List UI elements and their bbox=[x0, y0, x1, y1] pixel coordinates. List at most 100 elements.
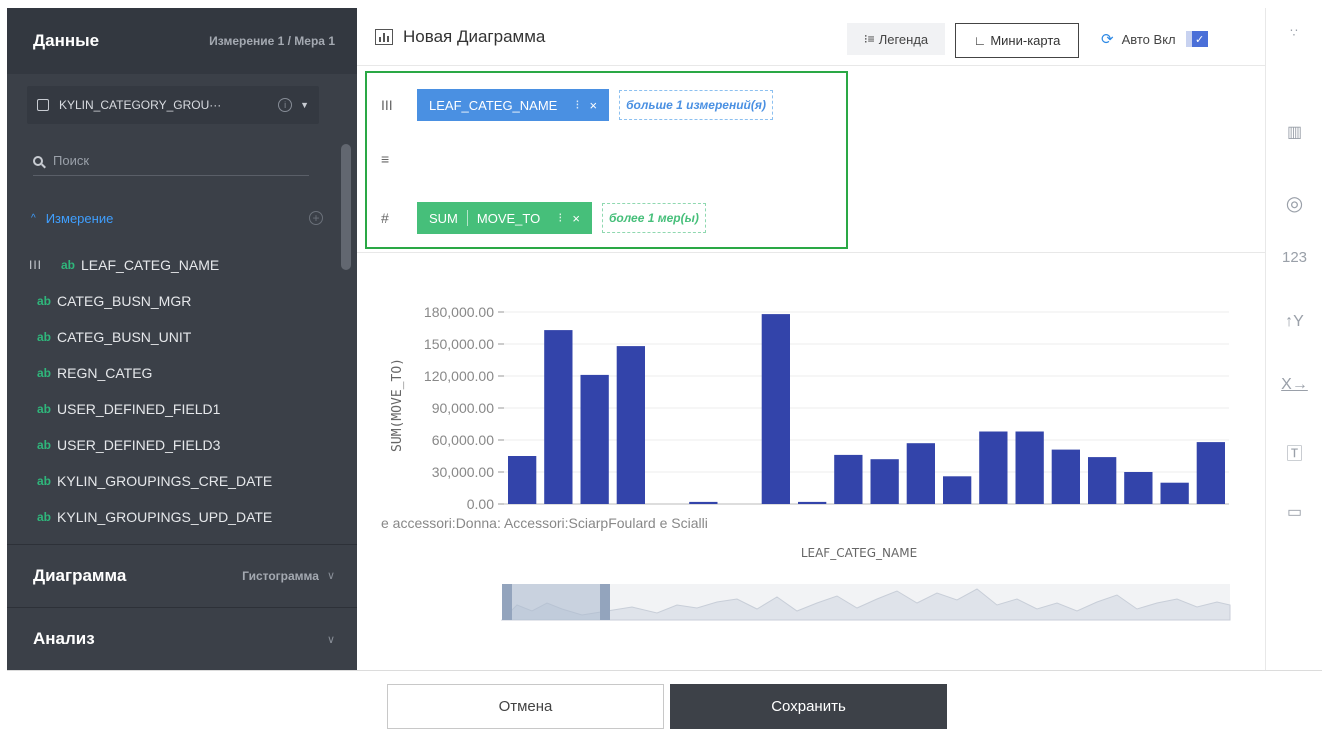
drag-dots-icon[interactable]: ∵ bbox=[1266, 26, 1322, 40]
bar[interactable] bbox=[1160, 482, 1189, 504]
bar[interactable] bbox=[798, 501, 827, 504]
field-shelves: III LEAF_CATEG_NAME ⁝ × больше 1 измерен… bbox=[365, 71, 848, 249]
auto-update-toggle[interactable]: ⟳ Авто Вкл ✓ bbox=[1101, 23, 1208, 55]
dimension-drop-hint[interactable]: больше 1 измерений(я) bbox=[619, 90, 773, 120]
chart-editor: Данные Измерение 1 / Мера 1 KYLIN_CATEGO… bbox=[0, 0, 1322, 733]
number-format-icon[interactable]: 123 bbox=[1266, 249, 1322, 266]
minimap-button[interactable]: ∟ Мини-карта bbox=[955, 23, 1079, 58]
caret-down-icon[interactable]: ▼ bbox=[300, 100, 309, 110]
field-item[interactable]: III ab LEAF_CATEG_NAME bbox=[7, 247, 337, 283]
field-label: USER_DEFINED_FIELD1 bbox=[57, 401, 221, 417]
field-item[interactable]: ab KYLIN_GROUPINGS_CRE_DATE bbox=[7, 463, 337, 499]
field-item[interactable]: ab CATEG_BUSN_UNIT bbox=[7, 319, 337, 355]
dimension-group-header[interactable]: ^ Измерение + bbox=[31, 208, 323, 228]
field-search-input[interactable]: Поиск bbox=[33, 146, 309, 176]
bar[interactable] bbox=[1051, 449, 1080, 504]
rows-shelf[interactable]: ≡ bbox=[367, 151, 846, 167]
info-icon[interactable]: i bbox=[278, 98, 293, 112]
minimap-right-handle[interactable] bbox=[600, 584, 610, 620]
bar[interactable] bbox=[1124, 472, 1153, 504]
bar-chart-icon[interactable]: ▥ bbox=[1266, 122, 1322, 142]
bar[interactable] bbox=[508, 456, 537, 504]
auto-checkbox[interactable]: ✓ bbox=[1185, 31, 1208, 47]
comment-icon[interactable]: ▭ bbox=[1266, 502, 1322, 522]
analysis-section-header[interactable]: Анализ ∨ bbox=[7, 607, 357, 670]
minimap-label: Мини-карта bbox=[990, 33, 1061, 48]
minimap-left-handle[interactable] bbox=[502, 584, 512, 620]
field-item[interactable]: ab REGN_CATEG bbox=[7, 355, 337, 391]
columns-icon: III bbox=[29, 258, 43, 272]
measure-drop-hint[interactable]: более 1 мер(ы) bbox=[601, 203, 706, 233]
save-button[interactable]: Сохранить bbox=[670, 684, 947, 729]
chart-bars bbox=[508, 314, 1225, 504]
field-item[interactable]: ab KYLIN_GROUPINGS_UPD_DATE bbox=[7, 499, 337, 535]
cancel-button[interactable]: Отмена bbox=[387, 684, 664, 729]
close-icon[interactable]: × bbox=[590, 98, 598, 113]
columns-shelf[interactable]: III LEAF_CATEG_NAME ⁝ × больше 1 измерен… bbox=[367, 89, 846, 121]
y-tick-label: 180,000.00 bbox=[424, 304, 494, 320]
chart-section-title: Диаграмма bbox=[33, 565, 127, 585]
field-item[interactable]: ab USER_DEFINED_FIELD1 bbox=[7, 391, 337, 427]
bar[interactable] bbox=[1015, 431, 1044, 505]
bar-chart[interactable]: 180,000.00 150,000.00 120,000.00 90,000.00 6… bbox=[357, 253, 1265, 670]
chart-type-label: Гистограмма bbox=[242, 568, 319, 583]
data-section-header[interactable]: Данные Измерение 1 / Мера 1 bbox=[7, 8, 357, 74]
bar[interactable] bbox=[943, 476, 972, 504]
bar[interactable] bbox=[580, 374, 609, 504]
close-icon[interactable]: × bbox=[572, 211, 580, 226]
bar[interactable] bbox=[834, 454, 863, 504]
y-axis-icon[interactable]: ↑Y bbox=[1266, 313, 1322, 331]
bar[interactable] bbox=[979, 431, 1008, 505]
chevron-down-icon[interactable]: ∨ bbox=[327, 633, 335, 646]
y-tick-label: 90,000.00 bbox=[432, 400, 494, 416]
bar[interactable] bbox=[906, 443, 935, 504]
rows-icon: ≡ bbox=[381, 151, 390, 167]
add-dimension-icon[interactable]: + bbox=[309, 211, 323, 225]
minimap[interactable] bbox=[500, 584, 1231, 621]
chart-workspace: Новая Диаграмма ⁝≡ Легенда ∟ Мини-карта … bbox=[357, 8, 1265, 670]
bar[interactable] bbox=[1088, 457, 1117, 504]
chart-section-header[interactable]: Диаграмма Гистограмма ∨ bbox=[7, 544, 357, 606]
text-icon[interactable]: 🅃 bbox=[1266, 440, 1322, 464]
data-section-body: KYLIN_CATEGORY_GROU··· i ▼ Поиск ^ Измер… bbox=[7, 74, 357, 544]
chevron-down-icon[interactable]: ∨ bbox=[327, 569, 335, 582]
more-icon[interactable]: ⁝ bbox=[558, 210, 562, 226]
analysis-section-title: Анализ bbox=[33, 629, 95, 648]
y-tick-label: 120,000.00 bbox=[424, 368, 494, 384]
field-label: REGN_CATEG bbox=[57, 365, 153, 381]
palette-icon[interactable]: ◎ bbox=[1266, 191, 1322, 216]
legend-button[interactable]: ⁝≡ Легенда bbox=[847, 23, 945, 55]
more-icon[interactable]: ⁝ bbox=[575, 97, 579, 113]
x-axis-icon[interactable]: X→ bbox=[1266, 376, 1322, 394]
right-toolbar: ∵ ▥ ◎ 123 ↑Y X→ 🅃 ▭ bbox=[1265, 8, 1322, 670]
measures-shelf[interactable]: # SUM MOVE_TO ⁝ × более 1 мер(ы) bbox=[367, 202, 846, 234]
left-panel: Данные Измерение 1 / Мера 1 KYLIN_CATEGO… bbox=[7, 8, 357, 670]
bar[interactable] bbox=[761, 314, 790, 504]
pill-divider bbox=[466, 210, 468, 226]
bar[interactable] bbox=[616, 346, 645, 504]
string-type-icon: ab bbox=[37, 474, 52, 488]
sidebar-scrollbar[interactable] bbox=[341, 144, 351, 270]
dimension-pill[interactable]: LEAF_CATEG_NAME ⁝ × bbox=[417, 89, 610, 121]
bar[interactable] bbox=[689, 501, 718, 504]
measure-pill[interactable]: SUM MOVE_TO ⁝ × bbox=[417, 202, 592, 234]
bar[interactable] bbox=[544, 330, 573, 504]
field-label: CATEG_BUSN_MGR bbox=[57, 293, 192, 309]
dataset-selector[interactable]: KYLIN_CATEGORY_GROU··· i ▼ bbox=[27, 86, 319, 124]
minimap-window[interactable] bbox=[502, 584, 610, 620]
field-item[interactable]: ab USER_DEFINED_FIELD3 bbox=[7, 427, 337, 463]
x-axis-label: LEAF_CATEG_NAME bbox=[801, 546, 917, 560]
field-item[interactable]: ab CATEG_BUSN_MGR bbox=[7, 283, 337, 319]
bar[interactable] bbox=[870, 459, 899, 504]
string-type-icon: ab bbox=[37, 294, 52, 308]
chevron-up-icon[interactable]: ^ bbox=[31, 213, 36, 224]
bar[interactable] bbox=[1196, 442, 1225, 504]
data-section-title: Данные bbox=[33, 31, 100, 50]
field-label: KYLIN_GROUPINGS_CRE_DATE bbox=[57, 473, 273, 489]
chart-title[interactable]: Новая Диаграмма bbox=[403, 27, 545, 47]
y-tick-label: 150,000.00 bbox=[424, 336, 494, 352]
dimension-group-label: Измерение bbox=[45, 210, 114, 226]
aggregation-label[interactable]: SUM bbox=[429, 211, 458, 226]
pill-label: LEAF_CATEG_NAME bbox=[429, 97, 558, 113]
string-type-icon: ab bbox=[37, 402, 52, 416]
